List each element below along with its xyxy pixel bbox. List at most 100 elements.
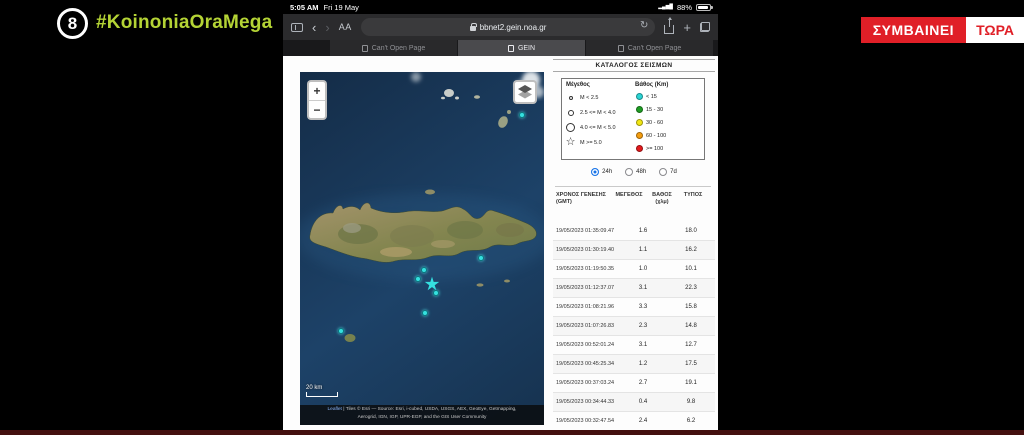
earthquake-marker[interactable] — [415, 275, 422, 282]
date: Fri 19 May — [323, 2, 359, 12]
earthquake-marker[interactable] — [478, 255, 485, 262]
island-chrysi — [476, 283, 484, 287]
time-filter-group: 24h 48h 7d — [553, 168, 715, 176]
legend-magnitude-item: 2.5 <= M < 4.0 — [564, 105, 633, 120]
cell-depth: 9.8 — [686, 399, 696, 405]
battery-icon — [696, 3, 713, 11]
magnitude-header: Μέγεθος — [566, 82, 590, 88]
hashtag-overlay: #KoinoniaOraMega — [96, 12, 273, 33]
depth-dot-icon — [636, 119, 643, 126]
cell-origin-time: 19/05/2023 01:12:37.07 — [556, 285, 615, 291]
tabs-overview-icon[interactable] — [700, 22, 710, 32]
earthquake-row[interactable]: 19/05/2023 01:12:37.07 3.1 22.3 — [553, 279, 715, 298]
browser-tab[interactable]: Can't Open Page — [330, 40, 457, 56]
earthquake-row[interactable]: 19/05/2023 01:19:50.35 1.0 10.1 — [553, 260, 715, 279]
browser-tab[interactable]: Can't Open Page — [586, 40, 713, 56]
share-icon[interactable] — [664, 18, 675, 34]
leaflet-link[interactable]: Leaflet — [327, 407, 341, 412]
magnitude-symbol: ☆ — [564, 137, 577, 148]
earthquake-row[interactable]: 19/05/2023 01:08:21.96 3.3 15.8 — [553, 298, 715, 317]
cell-origin-time: 19/05/2023 01:35:09.47 — [556, 228, 615, 234]
depth-dot-icon — [636, 145, 643, 152]
cell-depth: 14.8 — [685, 323, 697, 329]
depth-label: 60 - 100 — [646, 132, 667, 139]
signal-icon: ▂▄▆█ — [658, 3, 673, 10]
magnitude-label: 2.5 <= M < 4.0 — [580, 109, 616, 116]
header-magnitude: ΜΕΓΕΘΟΣ — [615, 192, 643, 198]
earthquake-row[interactable]: 19/05/2023 01:07:26.83 2.3 14.8 — [553, 317, 715, 336]
address-bar[interactable]: bbnet2.gein.noa.gr ↻ — [360, 18, 656, 36]
earthquake-marker[interactable] — [337, 328, 344, 335]
sidebar-icon[interactable] — [291, 22, 303, 32]
earthquake-row[interactable]: 19/05/2023 00:52:01.24 3.1 12.7 — [553, 336, 715, 355]
earthquake-row[interactable]: 19/05/2023 01:35:09.47 1.6 18.0 — [553, 222, 715, 241]
reader-button[interactable]: AA — [339, 22, 352, 32]
layers-control[interactable] — [513, 80, 537, 104]
time-filter-radio[interactable]: 7d — [659, 168, 677, 176]
radio-icon — [625, 168, 634, 176]
back-button[interactable]: ‹ — [312, 21, 316, 34]
filter-label: 24h — [602, 169, 613, 175]
status-icons: ▂▄▆█ 88% — [658, 3, 713, 12]
cell-depth: 10.1 — [685, 266, 697, 272]
cell-magnitude: 2.3 — [638, 323, 648, 329]
magnitude-circle-icon — [566, 123, 575, 132]
depth-label: < 15 — [646, 93, 657, 100]
legend-magnitude-item: ☆ M >= 5.0 — [564, 135, 633, 150]
catalog-title: ΚΑΤΑΛΟΓΟΣ ΣΕΙΣΜΩΝ — [553, 59, 715, 72]
earthquake-row[interactable]: 19/05/2023 00:45:25.34 1.2 17.5 — [553, 355, 715, 374]
time-filter-radio[interactable]: 24h — [591, 168, 612, 176]
zoom-in-button[interactable]: + — [309, 82, 325, 100]
legend-depth-item: < 15 — [633, 90, 702, 103]
magnitude-label: M < 2.5 — [580, 94, 599, 101]
new-tab-button[interactable]: + — [683, 21, 691, 34]
magnitude-symbol — [564, 95, 577, 100]
attribution-line2: Aerogrid, IGN, IGP, UPR-EGP, and the GIS… — [357, 415, 487, 421]
breaking-label-left: ΣΥΜΒΑΙΝΕΙ — [860, 17, 967, 43]
page-icon — [361, 44, 368, 52]
earthquake-marker[interactable] — [420, 267, 427, 274]
cell-magnitude: 3.3 — [638, 304, 648, 310]
earthquake-row[interactable]: 19/05/2023 00:34:44.33 0.4 9.8 — [553, 393, 715, 412]
cell-depth: 19.1 — [685, 380, 697, 386]
page-icon — [507, 44, 514, 52]
cell-origin-time: 19/05/2023 01:07:26.83 — [556, 323, 615, 329]
earthquake-row[interactable]: 19/05/2023 01:30:19.40 1.1 16.2 — [553, 241, 715, 260]
browser-tab[interactable]: GEIN — [458, 40, 585, 56]
zoom-out-button[interactable]: − — [309, 100, 325, 118]
header-origin-time: ΧΡΟΝΟΣ ΓΕΝΕΣΗΣ (GMT) — [556, 192, 606, 206]
filter-label: 7d — [670, 169, 677, 175]
reload-icon[interactable]: ↻ — [640, 20, 648, 31]
seismicity-map[interactable]: + − 20 km Leaflet | Tiles © Esri — Sourc… — [300, 72, 544, 425]
earthquake-marker[interactable] — [421, 310, 428, 317]
earthquake-table: 19/05/2023 01:35:09.47 1.6 18.0 19/05/20… — [553, 222, 715, 435]
divider — [555, 186, 711, 187]
earthquake-row[interactable]: 19/05/2023 00:37:03.24 2.7 19.1 — [553, 374, 715, 393]
island-kasos — [498, 116, 508, 128]
crete-satellite-layer — [300, 72, 544, 342]
lock-icon — [469, 22, 477, 31]
browser-toolbar: ‹ › AA bbnet2.gein.noa.gr ↻ + — [283, 14, 718, 40]
forward-button[interactable]: › — [325, 21, 329, 34]
time-filter-radio[interactable]: 48h — [625, 168, 646, 176]
attribution-line1: | Tiles © Esri — Source: Esri, i-cubed, … — [343, 407, 517, 412]
channel-number: 8 — [67, 13, 78, 33]
earthquake-marker[interactable] — [432, 289, 439, 296]
cell-depth: 16.2 — [685, 247, 697, 253]
depth-dot-icon — [636, 132, 643, 139]
depth-label: 15 - 30 — [646, 106, 664, 113]
magnitude-symbol — [564, 123, 577, 132]
tab-title: Can't Open Page — [627, 44, 682, 52]
island-anafi — [474, 95, 480, 99]
earthquake-marker[interactable] — [519, 112, 526, 119]
page-icon — [617, 44, 624, 52]
magnitude-symbol — [564, 109, 577, 116]
clock: 5:05 AM — [290, 2, 319, 12]
radio-icon — [659, 168, 668, 176]
island-gavdos — [344, 334, 356, 342]
earthquake-row[interactable]: 19/05/2023 00:32:47.54 2.4 6.2 — [553, 412, 715, 431]
magnitude-label: M >= 5.0 — [580, 139, 602, 146]
cell-depth: 18.0 — [685, 228, 697, 234]
radio-icon — [591, 168, 600, 176]
cell-magnitude: 1.1 — [638, 247, 648, 253]
